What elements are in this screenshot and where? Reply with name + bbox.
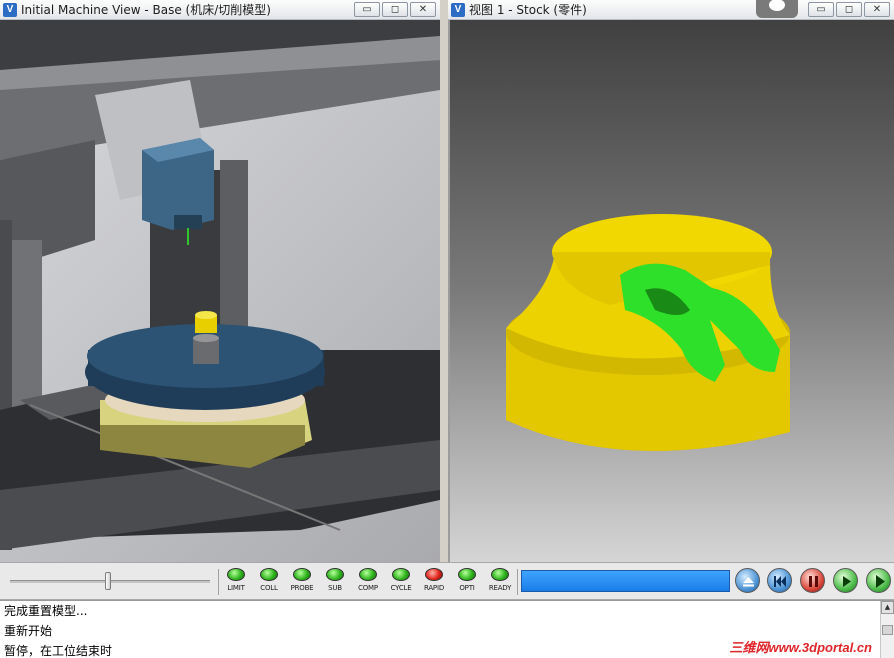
- speed-slider-thumb[interactable]: [105, 572, 111, 590]
- app-logo-icon: V: [451, 2, 465, 17]
- led-rapid: RAPID: [419, 568, 449, 592]
- machine-model-graphic: [0, 20, 440, 550]
- stock-model-graphic: [506, 214, 790, 451]
- stock-3d-canvas[interactable]: [448, 20, 894, 562]
- rewind-button[interactable]: [767, 568, 792, 593]
- scroll-up-icon[interactable]: ▲: [881, 601, 894, 614]
- status-led-icon: [491, 568, 509, 581]
- simulation-progress-bar: [521, 570, 730, 592]
- step-icon: [843, 576, 851, 587]
- led-cycle: CYCLE: [386, 568, 416, 592]
- machine-view-window: V Initial Machine View - Base (机床/切削模型) …: [0, 0, 440, 562]
- status-led-icon: [326, 568, 344, 581]
- led-limit: LIMIT: [221, 568, 251, 592]
- status-led-icon: [425, 568, 443, 581]
- restore-button[interactable]: ◻: [836, 2, 862, 17]
- status-led-icon: [293, 568, 311, 581]
- stock-view-titlebar[interactable]: V 视图 1 - Stock (零件) ▭ ◻ ✕: [448, 0, 894, 20]
- close-button[interactable]: ✕: [864, 2, 890, 17]
- status-led-icon: [458, 568, 476, 581]
- led-ready: READY: [485, 568, 515, 592]
- minimize-button[interactable]: ▭: [354, 2, 380, 17]
- play-icon: [876, 575, 885, 588]
- led-probe: PROBE: [287, 568, 317, 592]
- close-button[interactable]: ✕: [410, 2, 436, 17]
- divider: [218, 569, 219, 595]
- led-comp: COMP: [353, 568, 383, 592]
- machine-view-title: Initial Machine View - Base (机床/切削模型): [21, 3, 271, 17]
- pause-icon: [809, 576, 818, 587]
- step-button[interactable]: [833, 568, 858, 593]
- log-line: 完成重置模型...: [4, 604, 88, 618]
- eject-icon: [743, 577, 754, 587]
- status-led-icon: [227, 568, 245, 581]
- status-led-icon: [359, 568, 377, 581]
- status-led-icon: [392, 568, 410, 581]
- pause-button[interactable]: [800, 568, 825, 593]
- led-coll: COLL: [254, 568, 284, 592]
- minimize-button[interactable]: ▭: [808, 2, 834, 17]
- message-log: 完成重置模型... 重新开始 暂停，在工位结束时 三维网www.3dportal…: [0, 600, 894, 658]
- simulation-control-bar: LIMIT COLL PROBE SUB COMP CYCLE RAPID OP…: [0, 562, 894, 600]
- machine-3d-canvas[interactable]: [0, 20, 440, 562]
- play-button[interactable]: [866, 568, 891, 593]
- stock-view-window: V 视图 1 - Stock (零件) ▭ ◻ ✕: [448, 0, 894, 562]
- divider: [517, 569, 518, 595]
- eject-button[interactable]: [735, 568, 760, 593]
- restore-button[interactable]: ◻: [382, 2, 408, 17]
- stock-view-title: 视图 1 - Stock (零件): [469, 3, 587, 17]
- app-root: V Initial Machine View - Base (机床/切削模型) …: [0, 0, 894, 658]
- status-led-icon: [260, 568, 278, 581]
- scroll-thumb[interactable]: [882, 625, 893, 635]
- rewind-icon: [774, 576, 786, 587]
- app-logo-icon: V: [3, 2, 17, 17]
- watermark: 三维网www.3dportal.cn: [729, 640, 872, 655]
- led-sub: SUB: [320, 568, 350, 592]
- camera-icon[interactable]: [756, 0, 798, 18]
- log-scrollbar[interactable]: ▲: [880, 601, 894, 658]
- led-opti: OPTI: [452, 568, 482, 592]
- machine-view-titlebar[interactable]: V Initial Machine View - Base (机床/切削模型) …: [0, 0, 440, 20]
